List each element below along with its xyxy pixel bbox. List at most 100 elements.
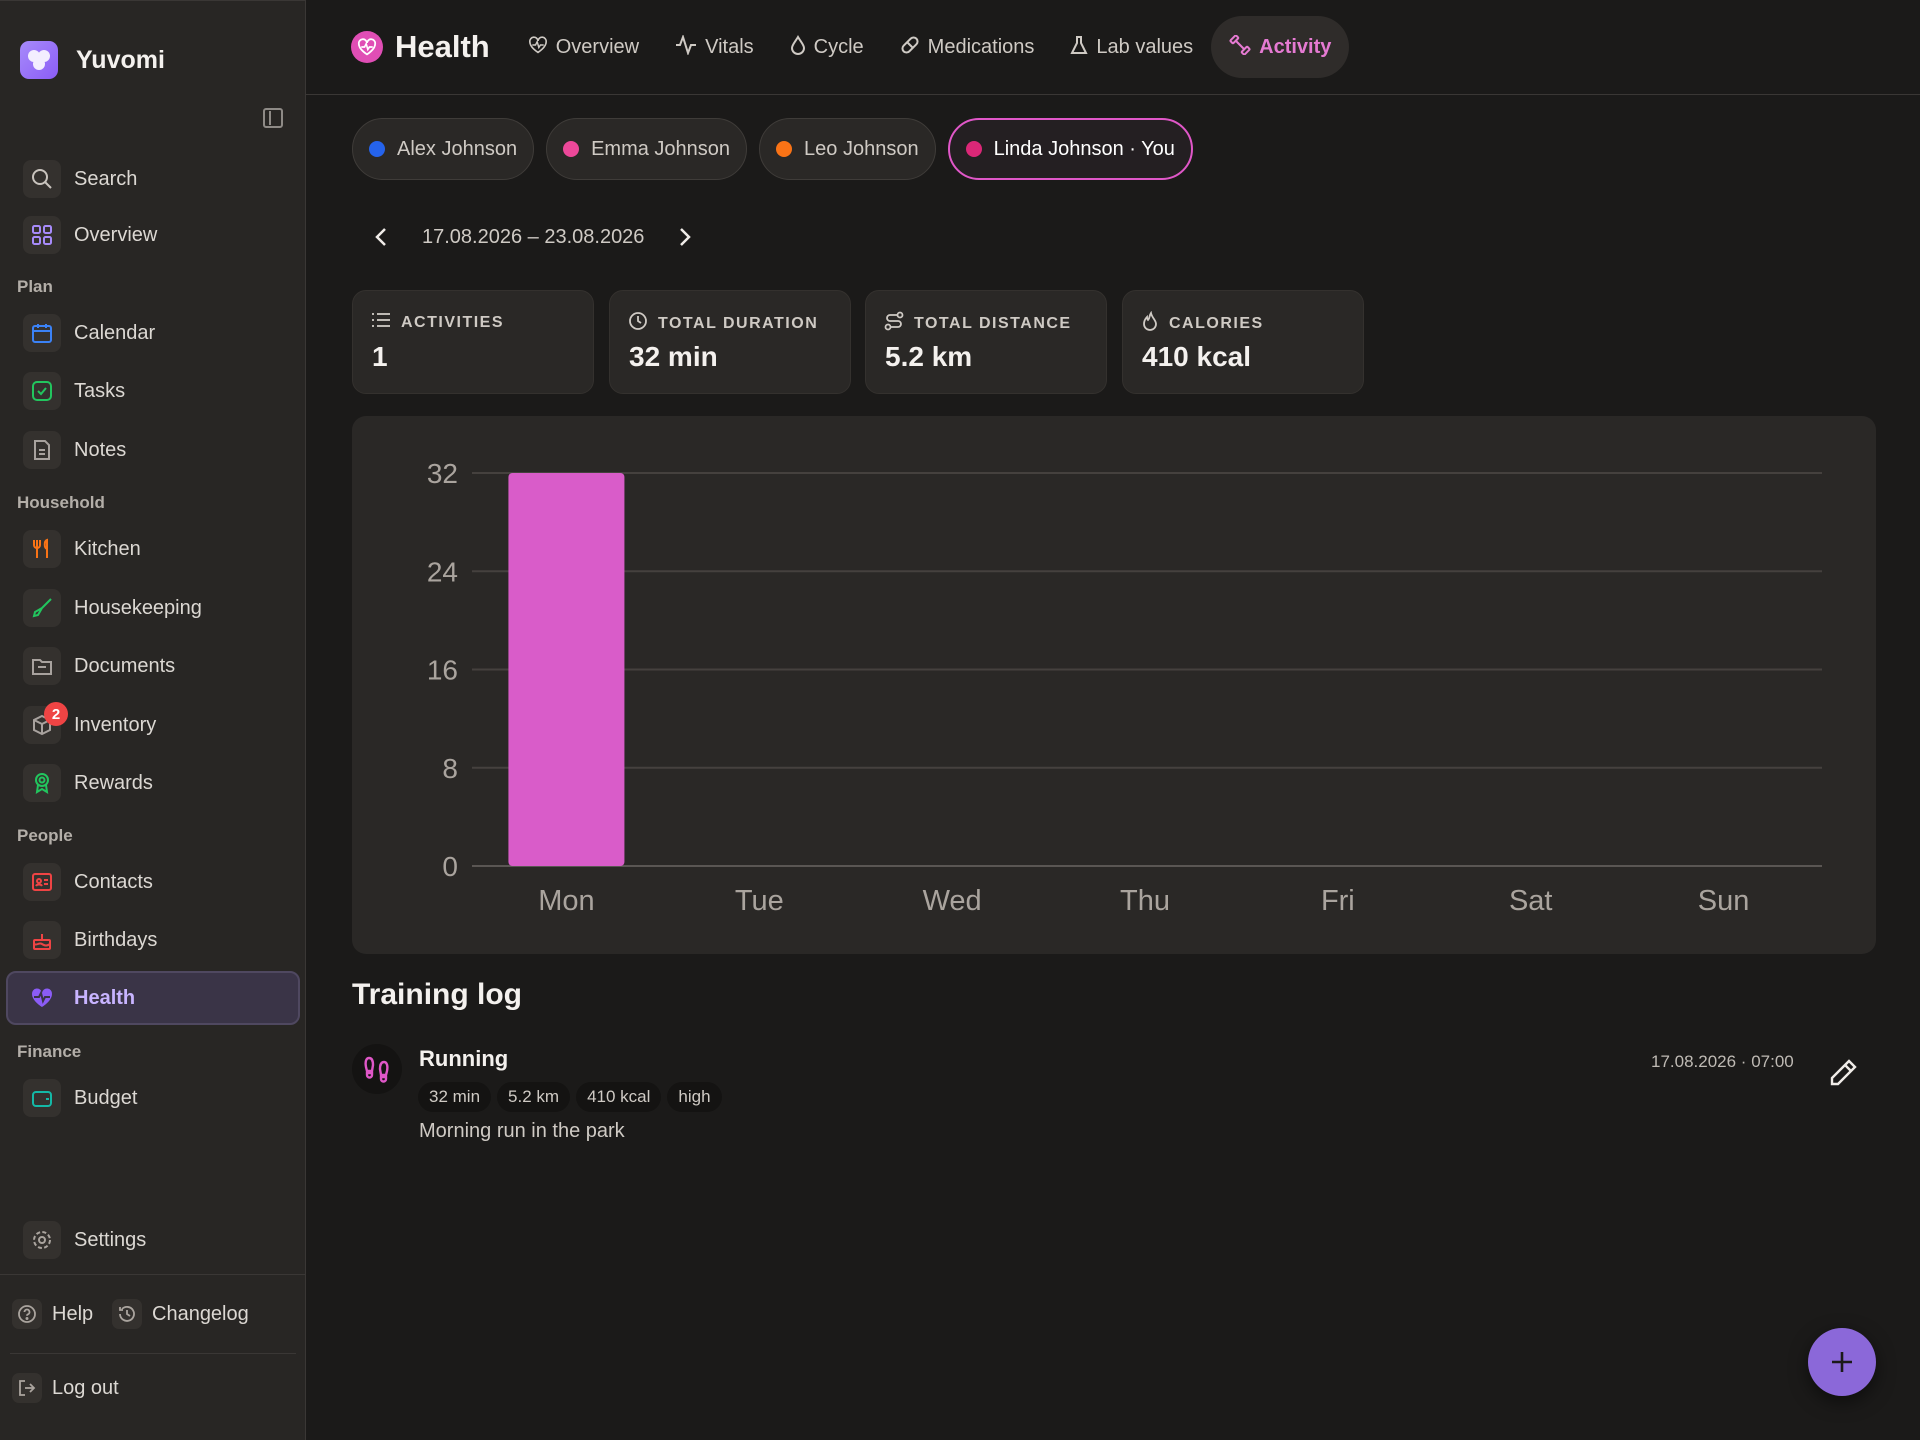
- sidebar-item-notes[interactable]: Notes: [6, 423, 300, 477]
- sidebar-item-label: Calendar: [74, 321, 156, 344]
- sidebar-item-rewards[interactable]: Rewards: [6, 756, 300, 810]
- tab-label: Cycle: [813, 35, 864, 58]
- tab-cycle[interactable]: Cycle: [772, 16, 882, 78]
- activity-icon: [675, 33, 697, 60]
- sidebar-item-label: Health: [74, 986, 136, 1009]
- section-label-household: Household: [17, 493, 105, 512]
- stat-header: TOTAL DURATION: [628, 311, 818, 336]
- tab-vitals[interactable]: Vitals: [657, 16, 772, 78]
- previous-week-button[interactable]: [366, 222, 396, 252]
- utensils-icon: [23, 530, 61, 568]
- flame-icon: [1141, 310, 1159, 336]
- add-activity-button[interactable]: [1808, 1328, 1876, 1396]
- check-square-icon: [23, 372, 61, 410]
- person-chip-emma[interactable]: Emma Johnson: [546, 118, 748, 180]
- stat-label: TOTAL DURATION: [658, 314, 819, 332]
- x-tick-label: Sun: [1698, 885, 1750, 917]
- list-icon: [371, 311, 391, 334]
- bar-mon[interactable]: [508, 473, 625, 866]
- stat-value: 5.2 km: [885, 341, 973, 372]
- calendar-icon: [23, 314, 61, 352]
- page-title: Health: [351, 29, 490, 65]
- tab-medications[interactable]: Medications: [882, 16, 1053, 78]
- sidebar-item-label: Birthdays: [74, 928, 158, 951]
- person-name: Linda Johnson · You: [993, 137, 1175, 160]
- sidebar-item-label: Budget: [74, 1086, 138, 1109]
- sidebar-item-tasks[interactable]: Tasks: [6, 364, 300, 418]
- entry-chips: 32 min 5.2 km 410 kcal high: [418, 1082, 722, 1112]
- next-week-button[interactable]: [670, 222, 700, 252]
- tab-label: Lab values: [1096, 35, 1194, 58]
- date-range: 17.08.2026 – 23.08.2026: [422, 225, 645, 248]
- stat-header: ACTIVITIES: [371, 311, 504, 334]
- person-chip-linda[interactable]: Linda Johnson · You: [947, 118, 1193, 180]
- sidebar-item-settings[interactable]: Settings: [6, 1213, 300, 1267]
- x-tick-label: Sat: [1509, 885, 1553, 917]
- health-tabs: Health Overview Vitals Cycle Medications: [351, 16, 1350, 78]
- tab-overview[interactable]: Overview: [510, 16, 657, 78]
- entry-description: Morning run in the park: [419, 1120, 625, 1142]
- sidebar-item-contacts[interactable]: Contacts: [6, 855, 300, 909]
- stat-value: 32 min: [629, 341, 718, 372]
- brand[interactable]: Yuvomi: [20, 41, 165, 79]
- calories-chip: 410 kcal: [576, 1082, 662, 1112]
- sidebar-item-label: Rewards: [74, 771, 153, 794]
- changelog-label: Changelog: [152, 1302, 249, 1325]
- distance-chip: 5.2 km: [497, 1082, 571, 1112]
- entry-title: Running: [419, 1046, 509, 1071]
- sidebar-item-search[interactable]: Search: [6, 152, 300, 206]
- sidebar-item-label: Inventory: [74, 713, 157, 736]
- heart-pulse-icon: [351, 31, 383, 63]
- sidebar-item-documents[interactable]: Documents: [6, 639, 300, 693]
- help-circle-icon: [12, 1299, 42, 1329]
- tab-lab-values[interactable]: Lab values: [1052, 16, 1211, 78]
- help-button[interactable]: Help: [12, 1299, 93, 1329]
- clock-icon: [628, 311, 648, 336]
- person-chip-leo[interactable]: Leo Johnson: [759, 118, 936, 180]
- logout-button[interactable]: Log out: [12, 1373, 119, 1403]
- help-label: Help: [52, 1302, 94, 1325]
- cake-icon: [23, 921, 61, 959]
- logout-icon: [12, 1373, 42, 1403]
- pencil-icon: [1830, 1059, 1857, 1086]
- droplet-icon: [790, 34, 806, 60]
- tab-label: Vitals: [705, 35, 754, 58]
- person-color-dot: [965, 141, 982, 157]
- page-title-text: Health: [395, 29, 490, 64]
- y-tick-label: 32: [427, 458, 458, 489]
- sidebar-item-health[interactable]: Health: [6, 971, 300, 1025]
- flask-icon: [1070, 35, 1089, 60]
- section-label-finance: Finance: [17, 1042, 82, 1061]
- stat-label: ACTIVITIES: [401, 313, 505, 331]
- section-label-people: People: [17, 826, 73, 845]
- sidebar-item-housekeeping[interactable]: Housekeeping: [6, 581, 300, 635]
- sidebar-divider: [10, 1353, 296, 1354]
- sidebar-item-birthdays[interactable]: Birthdays: [6, 913, 300, 967]
- gear-icon: [23, 1221, 61, 1259]
- sidebar-item-kitchen[interactable]: Kitchen: [6, 522, 300, 576]
- chevron-left-icon: [375, 228, 386, 246]
- edit-entry-button[interactable]: [1826, 1056, 1860, 1090]
- heart-pulse-icon: [23, 979, 61, 1017]
- changelog-button[interactable]: Changelog: [112, 1299, 249, 1329]
- note-icon: [23, 431, 61, 469]
- intensity-chip: high: [667, 1082, 722, 1112]
- week-navigator: 17.08.2026 – 23.08.2026: [366, 222, 700, 252]
- sidebar-item-label: Overview: [74, 223, 158, 246]
- tab-label: Medications: [927, 35, 1035, 58]
- wallet-icon: [23, 1079, 61, 1117]
- stat-card-total-duration: TOTAL DURATION 32 min: [609, 290, 851, 394]
- person-name: Emma Johnson: [591, 137, 731, 160]
- chevron-right-icon: [680, 228, 692, 246]
- y-tick-label: 16: [427, 655, 458, 686]
- person-color-dot: [776, 141, 793, 157]
- sidebar-item-budget[interactable]: Budget: [6, 1071, 300, 1125]
- sidebar-item-calendar[interactable]: Calendar: [6, 306, 300, 360]
- person-chip-alex[interactable]: Alex Johnson: [352, 118, 535, 180]
- sidebar-item-inventory[interactable]: 2 Inventory: [6, 698, 300, 752]
- tab-activity[interactable]: Activity: [1211, 16, 1350, 78]
- stat-card-calories: CALORIES 410 kcal: [1122, 290, 1364, 394]
- sidebar-item-overview[interactable]: Overview: [6, 208, 300, 262]
- collapse-sidebar-icon[interactable]: [263, 108, 283, 128]
- footprints-icon: [352, 1044, 402, 1094]
